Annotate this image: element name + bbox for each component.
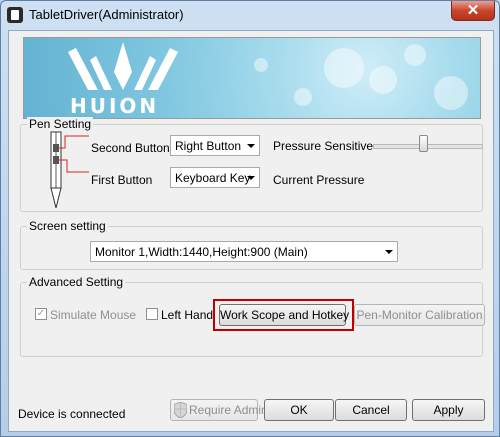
- pressure-sensitive-label: Pressure Sensitive: [273, 139, 374, 153]
- pressure-sensitive-slider-thumb[interactable]: [419, 135, 428, 152]
- pen-monitor-calibration-button[interactable]: Pen-Monitor Calibration: [354, 304, 485, 326]
- chevron-down-icon: [385, 250, 393, 254]
- pressure-sensitive-slider-track[interactable]: [373, 144, 483, 149]
- left-hand-checkbox[interactable]: [146, 308, 158, 320]
- second-button-label: Second Button: [91, 141, 170, 155]
- close-button[interactable]: ✕: [451, 1, 495, 21]
- tablet-driver-window: TabletDriver(Administrator) ✕ HUION Pen …: [0, 0, 500, 437]
- dialog-client-area: HUION Pen Setting Second Button Right Bu…: [8, 30, 494, 432]
- apply-button[interactable]: Apply: [412, 399, 485, 421]
- huion-crown-logo: [68, 42, 178, 90]
- screen-setting-label: Screen setting: [27, 219, 108, 233]
- uac-shield-icon: [174, 402, 187, 418]
- tablet-app-icon: [7, 7, 23, 23]
- chevron-down-icon: [247, 144, 255, 148]
- first-button-label: First Button: [91, 173, 153, 187]
- require-admin-button[interactable]: Require Admin: [170, 399, 268, 421]
- pen-diagram-icon: [50, 131, 89, 209]
- second-button-select[interactable]: Right Button: [170, 135, 260, 156]
- cancel-button[interactable]: Cancel: [335, 399, 407, 421]
- title-bar[interactable]: TabletDriver(Administrator) ✕: [1, 1, 499, 29]
- pen-setting-label: Pen Setting: [27, 117, 94, 131]
- simulate-mouse-checkbox[interactable]: ✓: [35, 308, 47, 320]
- first-button-select[interactable]: Keyboard Key: [170, 167, 260, 188]
- current-pressure-label: Current Pressure: [273, 173, 365, 187]
- left-hand-label: Left Hand: [161, 308, 214, 322]
- huion-banner: HUION: [23, 37, 481, 119]
- monitor-value: Monitor 1,Width:1440,Height:900 (Main): [95, 245, 308, 259]
- huion-brand-text: HUION: [70, 94, 160, 118]
- work-scope-hotkey-button[interactable]: Work Scope and Hotkey: [219, 304, 349, 326]
- ok-button[interactable]: OK: [264, 399, 334, 421]
- monitor-select[interactable]: Monitor 1,Width:1440,Height:900 (Main): [90, 241, 398, 262]
- simulate-mouse-label: Simulate Mouse: [50, 308, 137, 322]
- advanced-setting-label: Advanced Setting: [27, 275, 126, 289]
- require-admin-label: Require Admin: [189, 403, 268, 417]
- close-icon: ✕: [466, 2, 480, 19]
- chevron-down-icon: [247, 176, 255, 180]
- first-button-value: Keyboard Key: [175, 171, 251, 185]
- second-button-value: Right Button: [175, 139, 242, 153]
- window-title: TabletDriver(Administrator): [29, 7, 184, 22]
- device-status-text: Device is connected: [18, 407, 126, 421]
